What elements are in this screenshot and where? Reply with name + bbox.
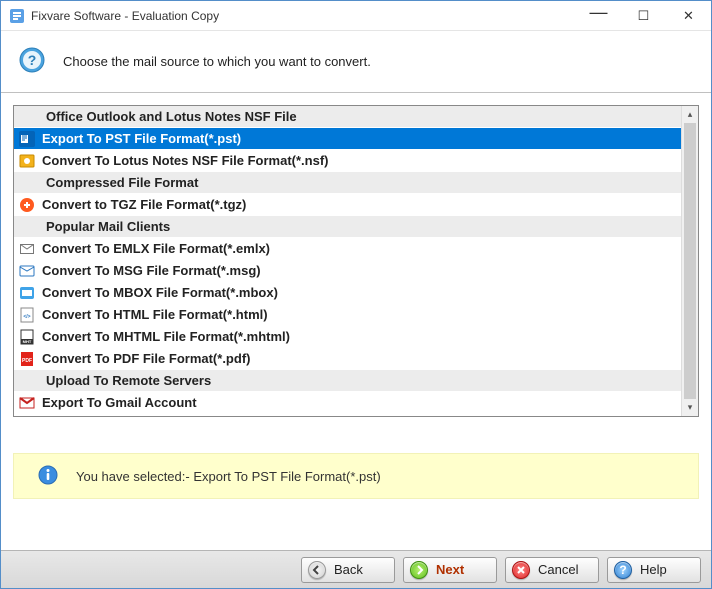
back-label: Back [334,562,363,577]
mhtml-icon: MHT [18,329,36,345]
next-button[interactable]: Next [403,557,497,583]
back-button[interactable]: Back [301,557,395,583]
emlx-icon [18,241,36,257]
app-icon [9,8,25,24]
msg-icon [18,263,36,279]
cancel-icon [512,561,530,579]
format-option-label: Export To Gmail Account [42,395,197,410]
titlebar: Fixvare Software - Evaluation Copy — ☐ ✕ [1,1,711,31]
next-label: Next [436,562,464,577]
format-option[interactable]: Convert To EMLX File Format(*.emlx) [14,238,681,260]
header-prompt: Choose the mail source to which you want… [63,54,371,69]
format-option-label: Convert To MBOX File Format(*.mbox) [42,285,278,300]
scroll-track[interactable] [682,123,698,399]
back-arrow-icon [308,561,326,579]
format-option-label: Convert To MHTML File Format(*.mhtml) [42,329,290,344]
svg-text:?: ? [28,52,37,68]
format-option-label: Convert To MSG File Format(*.msg) [42,263,261,278]
format-listbox: Office Outlook and Lotus Notes NSF File E… [13,105,699,417]
format-option[interactable]: Convert To MBOX File Format(*.mbox) [14,282,681,304]
gmail-icon [18,395,36,411]
category-header: Office Outlook and Lotus Notes NSF File [14,106,681,128]
mbox-icon [18,285,36,301]
nsf-icon [18,153,36,169]
format-list[interactable]: Office Outlook and Lotus Notes NSF File E… [14,106,681,416]
status-text: You have selected:- Export To PST File F… [76,469,381,484]
format-option[interactable]: Convert to TGZ File Format(*.tgz) [14,194,681,216]
format-option[interactable]: </> Convert To HTML File Format(*.html) [14,304,681,326]
window-title: Fixvare Software - Evaluation Copy [31,9,576,23]
format-option-label: Export To PST File Format(*.pst) [42,131,241,146]
scrollbar[interactable]: ▴ ▾ [681,106,698,416]
status-band: You have selected:- Export To PST File F… [13,453,699,499]
format-option-label: Convert To EMLX File Format(*.emlx) [42,241,270,256]
close-button[interactable]: ✕ [666,1,711,31]
html-icon: </> [18,307,36,323]
tgz-icon [18,197,36,213]
scroll-up-button[interactable]: ▴ [682,106,698,123]
format-option-label: Convert To PDF File Format(*.pdf) [42,351,250,366]
status-value: Export To PST File Format(*.pst) [193,469,380,484]
wizard-footer: Back Next Cancel ? Help [1,550,711,588]
pdf-icon: PDF [18,351,36,367]
category-header: Upload To Remote Servers [14,370,681,392]
maximize-button[interactable]: ☐ [621,1,666,31]
help-button[interactable]: ? Help [607,557,701,583]
svg-text:MHT: MHT [23,339,32,344]
status-prefix: You have selected:- [76,469,193,484]
question-icon: ? [19,47,45,76]
content-area: Office Outlook and Lotus Notes NSF File E… [1,93,711,550]
next-arrow-icon [410,561,428,579]
info-icon [38,465,58,488]
scroll-thumb[interactable] [684,123,696,399]
format-option-label: Convert To HTML File Format(*.html) [42,307,268,322]
format-option-label: Convert to TGZ File Format(*.tgz) [42,197,246,212]
help-icon: ? [614,561,632,579]
format-option[interactable]: Convert To Lotus Notes NSF File Format(*… [14,150,681,172]
svg-text:PDF: PDF [22,358,32,364]
help-label: Help [640,562,667,577]
format-option[interactable]: Export To PST File Format(*.pst) [14,128,681,150]
category-header: Compressed File Format [14,172,681,194]
format-option[interactable]: MHT Convert To MHTML File Format(*.mhtml) [14,326,681,348]
format-option[interactable]: PDF Convert To PDF File Format(*.pdf) [14,348,681,370]
minimize-button[interactable]: — [576,0,621,27]
header-band: ? Choose the mail source to which you wa… [1,31,711,93]
format-option[interactable]: Convert To MSG File Format(*.msg) [14,260,681,282]
category-header: Popular Mail Clients [14,216,681,238]
svg-text:</>: </> [23,314,30,320]
format-option[interactable]: Export To Gmail Account [14,392,681,414]
cancel-label: Cancel [538,562,578,577]
pst-icon [18,131,36,147]
window-controls: — ☐ ✕ [576,1,711,30]
cancel-button[interactable]: Cancel [505,557,599,583]
scroll-down-button[interactable]: ▾ [682,399,698,416]
format-option-label: Convert To Lotus Notes NSF File Format(*… [42,153,329,168]
